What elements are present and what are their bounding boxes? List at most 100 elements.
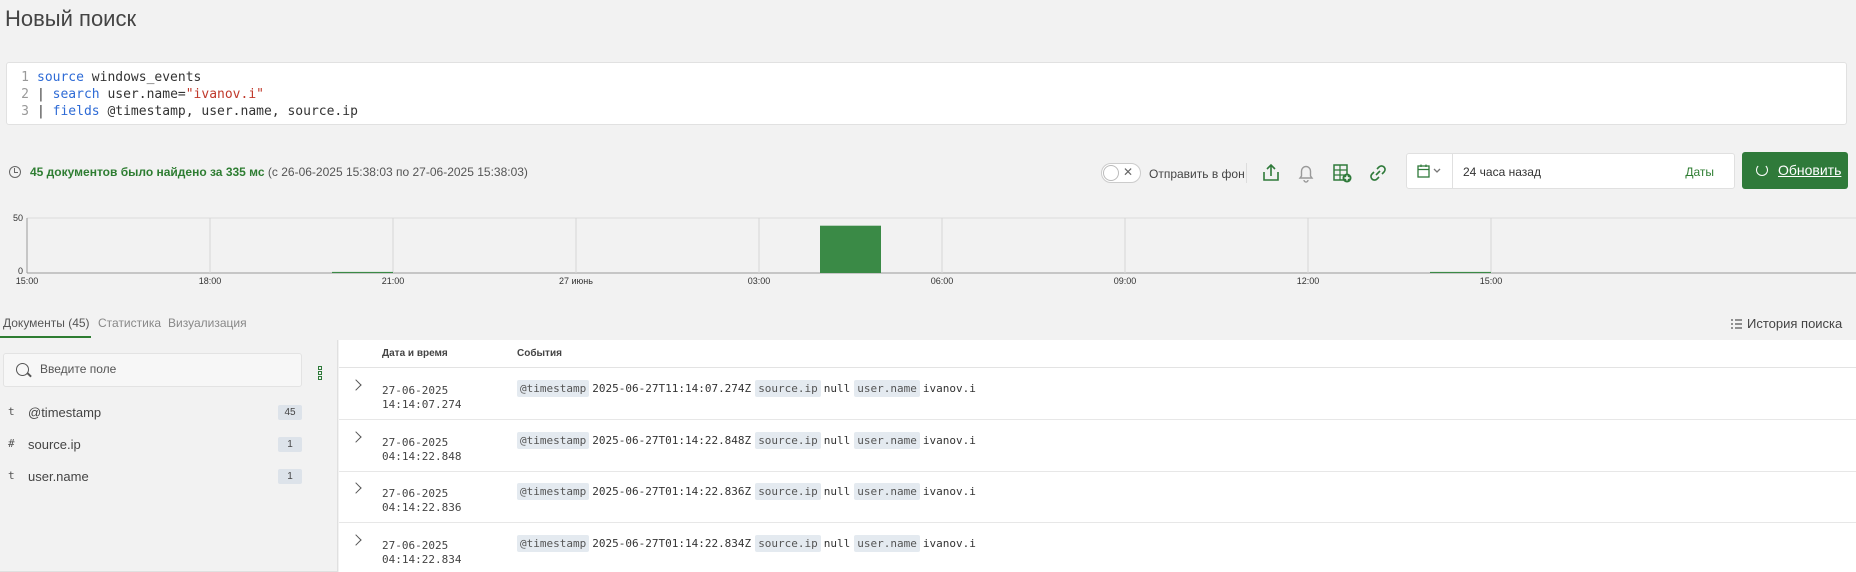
row-datetime: 27-06-2025 04:14:22.848 [382,436,502,464]
date-picker[interactable]: 24 часа назад Даты [1406,153,1735,189]
row-time: 14:14:07.274 [382,398,462,411]
column-header-date[interactable]: Дата и время [382,348,448,359]
divider [1246,163,1247,183]
code-line[interactable]: 3 | fields @timestamp, user.name, source.… [7,103,1846,120]
chevron-right-icon[interactable] [350,430,362,443]
row-events: @timestamp 2025-06-27T01:14:22.848Z source… [517,431,980,449]
found-count-text: 45 документов было найдено за 335 мс [30,165,265,179]
x-tick-label: 12:00 [1297,276,1320,286]
x-tick-label: 06:00 [931,276,954,286]
field-item-user-name[interactable]: t user.name 1 [0,464,305,490]
tab-statistics[interactable]: Статистика [98,316,161,330]
row-events: @timestamp 2025-06-27T01:14:22.834Z source… [517,534,980,552]
field-tag[interactable]: @timestamp [517,380,590,397]
field-search-input[interactable] [40,362,290,376]
columns-settings-icon[interactable] [318,366,322,380]
date-range-value[interactable]: 24 часа назад [1463,165,1541,179]
field-tag[interactable]: @timestamp [517,431,590,449]
code-line[interactable]: 1 source windows_events [7,69,1846,86]
x-tick-label: 27 июнь [559,276,593,286]
field-tag[interactable]: user.name [854,534,920,552]
code-token: windows_events [83,70,202,85]
event-histogram[interactable]: 15:00 18:00 21:00 27 июнь 03:00 06:00 09:00 12:… [0,205,1856,295]
calendar-icon [1417,164,1441,178]
code-token: "ivanov.i" [185,87,264,102]
row-date: 27-06-2025 [382,435,449,449]
field-item-timestamp[interactable]: t @timestamp 45 [0,400,305,426]
x-tick-label: 09:00 [1114,276,1137,286]
code-token: user.name= [99,87,186,102]
field-tag[interactable]: source.ip [755,431,821,449]
table-row[interactable]: 27-06-2025 04:14:22.834 @timestamp 2025-06-… [339,524,1856,572]
field-item-source-ip[interactable]: # source.ip 1 [0,432,305,458]
row-datetime: 27-06-2025 14:14:07.274 [382,384,502,412]
field-value: ivanov.i [922,536,976,550]
add-report-icon[interactable] [1331,162,1353,184]
tab-documents[interactable]: Документы (45) [3,316,90,330]
histogram-bar[interactable] [820,225,881,273]
field-tag[interactable]: source.ip [755,380,821,397]
bell-icon[interactable] [1295,162,1317,184]
code-token: source [37,70,84,85]
field-tag[interactable]: user.name [854,380,920,397]
y-tick-label: 0 [18,266,23,276]
field-tag[interactable]: source.ip [755,534,821,552]
row-events: @timestamp 2025-06-27T01:14:22.836Z source… [517,483,980,500]
code-line[interactable]: 2 | search user.name= "ivanov.i" [7,86,1846,103]
histogram-bar[interactable] [1430,271,1491,273]
chevron-right-icon[interactable] [350,482,362,494]
histogram-bar[interactable] [332,271,393,273]
field-count-badge: 1 [278,469,302,484]
field-value: 2025-06-27T01:14:22.848Z [592,433,752,447]
field-tag[interactable]: user.name [854,483,920,500]
line-number: 2 [21,87,29,102]
search-icon [16,363,29,376]
field-value: 2025-06-27T11:14:07.274Z [592,382,752,395]
line-number: 1 [21,70,29,85]
field-name: source.ip [28,437,81,452]
row-datetime: 27-06-2025 04:14:22.836 [382,487,502,515]
result-summary: 45 документов было найдено за 335 мс (с … [30,165,528,179]
field-type-icon: t [8,405,15,418]
field-tag[interactable]: @timestamp [517,483,590,500]
tab-visualization[interactable]: Визуализация [168,316,247,330]
field-type-icon: # [8,437,15,450]
search-history-link[interactable]: История поиска [1747,316,1842,331]
row-datetime: 27-06-2025 04:14:22.834 [382,539,502,567]
calendar-button[interactable] [1407,154,1453,188]
table-row[interactable]: 27-06-2025 04:14:22.848 @timestamp 2025-06-… [339,421,1856,472]
field-value: null [823,382,851,395]
results-header: Дата и время События [339,340,1856,368]
results-table: Дата и время События 27-06-2025 14:14:07.… [339,340,1856,572]
chevron-right-icon[interactable] [350,533,362,546]
chevron-right-icon[interactable] [350,379,362,391]
field-value: null [823,433,851,447]
x-tick-label: 18:00 [199,276,222,286]
field-tag[interactable]: source.ip [755,483,821,500]
background-toggle[interactable]: ✕ [1101,163,1141,183]
field-tag[interactable]: @timestamp [517,534,590,552]
x-tick-label: 21:00 [382,276,405,286]
y-tick-label: 50 [13,213,23,223]
field-count-badge: 45 [278,405,302,420]
field-name: @timestamp [28,405,102,420]
field-value: ivanov.i [922,433,976,447]
export-icon[interactable] [1260,162,1282,184]
page-title: Новый поиск [5,6,137,31]
row-date: 27-06-2025 [382,538,449,552]
query-editor[interactable]: 1 source windows_events 2 | search user.nam… [6,62,1847,125]
table-row[interactable]: 27-06-2025 14:14:07.274 @timestamp 2025-06-… [339,369,1856,420]
clock-icon [9,166,21,178]
line-number: 3 [21,104,29,119]
field-search[interactable] [3,353,302,387]
refresh-button[interactable]: Обновить [1742,152,1848,189]
field-tag[interactable]: user.name [854,431,920,449]
active-tab-indicator [0,336,91,338]
table-row[interactable]: 27-06-2025 04:14:22.836 @timestamp 2025-06-… [339,472,1856,523]
link-icon[interactable] [1367,162,1389,184]
field-value: 2025-06-27T01:14:22.836Z [592,485,752,498]
background-label: Отправить в фон [1149,167,1245,181]
dates-link[interactable]: Даты [1685,165,1714,179]
column-header-events: События [517,348,562,359]
field-value: null [823,536,851,550]
